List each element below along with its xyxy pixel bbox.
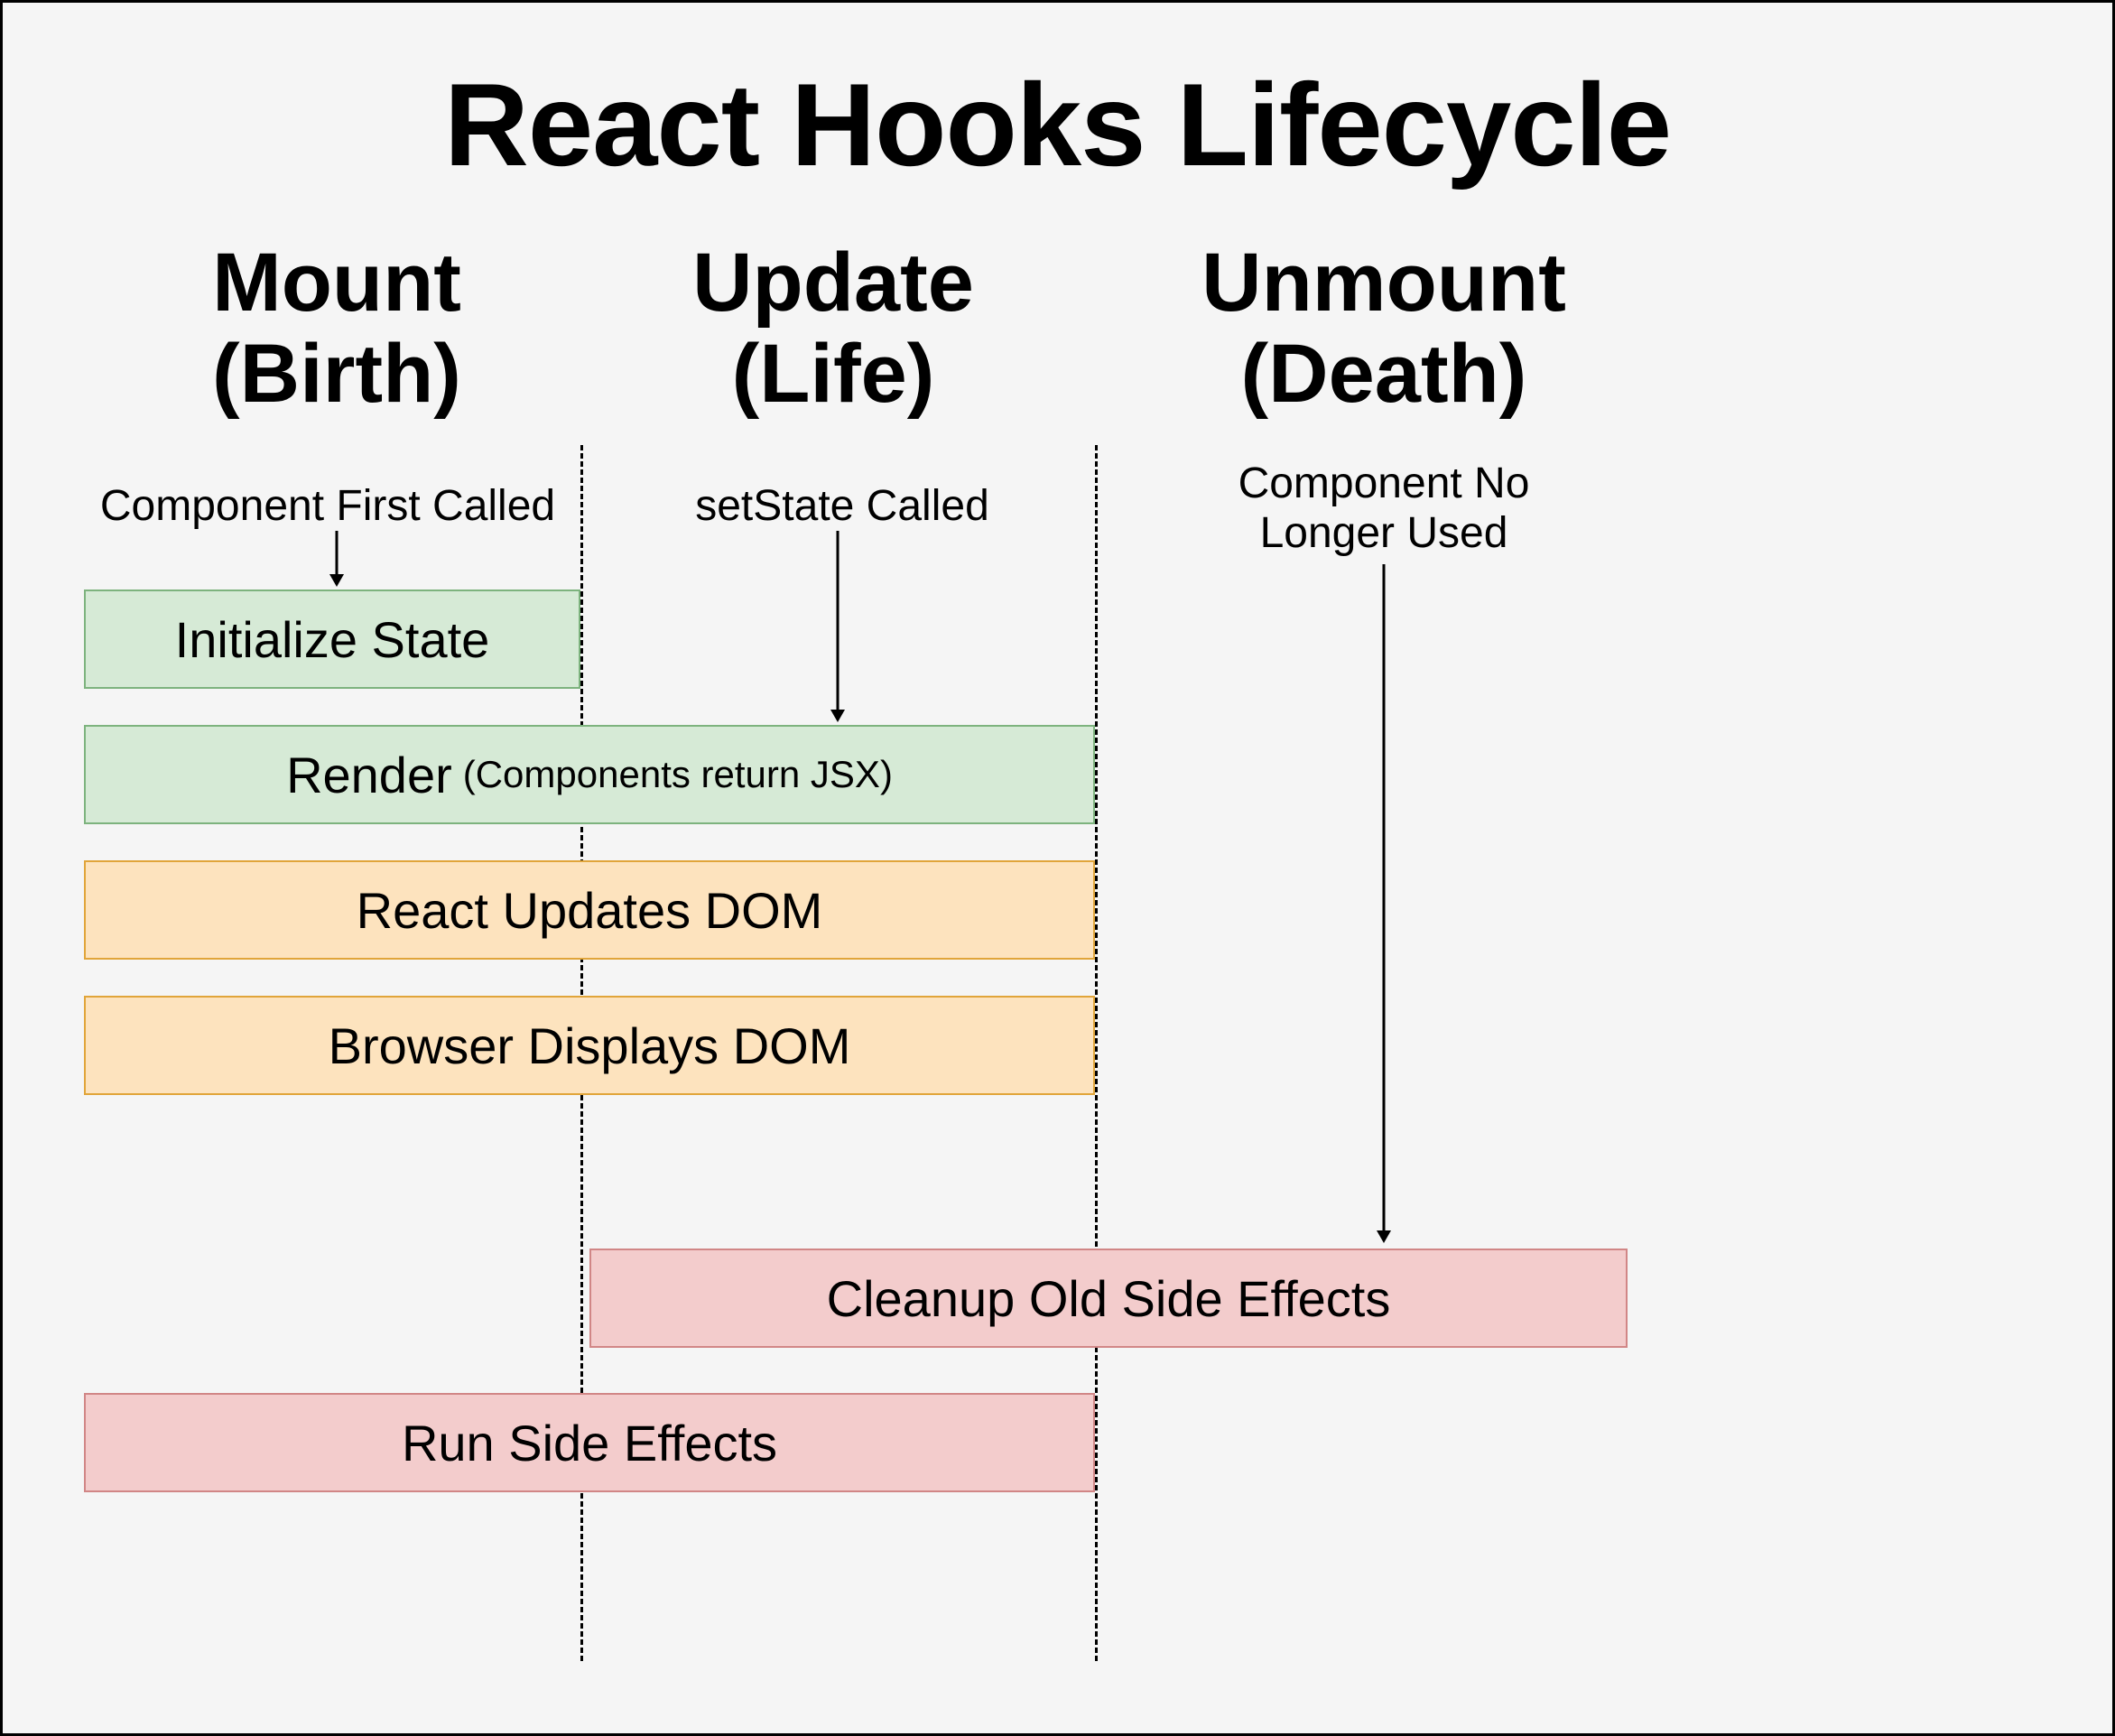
column-header-mount-line1: Mount xyxy=(212,237,461,329)
diagram-title: React Hooks Lifecycle xyxy=(3,57,2112,192)
box-run-side-effects-label: Run Side Effects xyxy=(402,1414,777,1472)
diagram-frame: React Hooks Lifecycle Mount (Birth) Upda… xyxy=(0,0,2115,1736)
arrow-update xyxy=(827,531,849,729)
trigger-unmount: Component No Longer Used xyxy=(1158,459,1609,558)
column-header-unmount: Unmount (Death) xyxy=(1140,237,1628,420)
box-react-updates-dom: React Updates DOM xyxy=(84,860,1095,960)
box-render-sublabel: (Components return JSX) xyxy=(463,753,893,796)
box-render: Render (Components return JSX) xyxy=(84,725,1095,824)
trigger-unmount-line1: Component No xyxy=(1238,460,1530,507)
box-browser-displays-dom-label: Browser Displays DOM xyxy=(329,1017,851,1075)
box-render-label: Render xyxy=(286,746,452,804)
trigger-mount: Component First Called xyxy=(75,481,580,531)
box-initialize-state-label: Initialize State xyxy=(175,610,490,669)
box-browser-displays-dom: Browser Displays DOM xyxy=(84,996,1095,1095)
box-react-updates-dom-label: React Updates DOM xyxy=(357,881,823,940)
box-cleanup-side-effects: Cleanup Old Side Effects xyxy=(589,1249,1628,1348)
column-header-mount: Mount (Birth) xyxy=(120,237,553,420)
box-run-side-effects: Run Side Effects xyxy=(84,1393,1095,1492)
column-header-unmount-line1: Unmount xyxy=(1201,237,1566,329)
column-header-unmount-line2: (Death) xyxy=(1241,328,1527,420)
arrow-mount xyxy=(326,531,348,594)
box-initialize-state: Initialize State xyxy=(84,589,580,689)
column-header-mount-line2: (Birth) xyxy=(212,328,461,420)
column-header-update: Update (Life) xyxy=(617,237,1050,420)
divider-update-unmount xyxy=(1095,445,1098,1661)
column-header-update-line2: (Life) xyxy=(732,328,935,420)
arrow-unmount xyxy=(1373,564,1395,1250)
trigger-update: setState Called xyxy=(608,481,1077,531)
box-cleanup-side-effects-label: Cleanup Old Side Effects xyxy=(827,1269,1391,1328)
trigger-unmount-line2: Longer Used xyxy=(1260,509,1508,557)
column-header-update-line1: Update xyxy=(692,237,974,329)
